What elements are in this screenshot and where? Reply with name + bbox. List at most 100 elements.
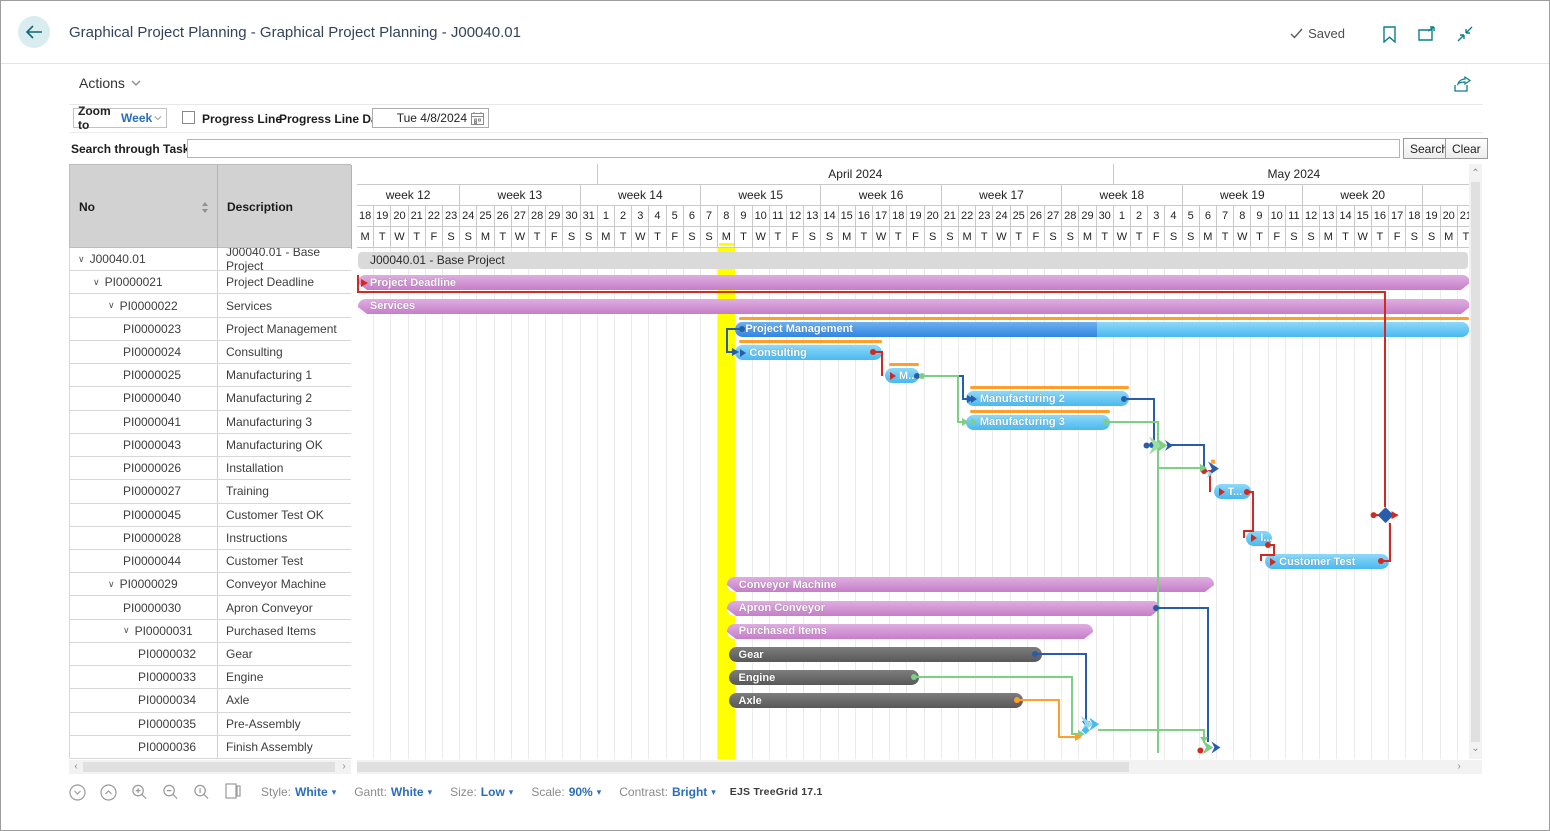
footer-dropdown-style[interactable]: Style:White▾: [261, 785, 336, 799]
actions-menu[interactable]: Actions: [79, 75, 141, 91]
task-description[interactable]: Engine: [218, 666, 351, 688]
task-no-cell[interactable]: PI0000026: [70, 457, 218, 479]
task-no-cell[interactable]: PI0000034: [70, 689, 218, 711]
clear-button[interactable]: Clear: [1445, 138, 1488, 159]
task-no-cell[interactable]: PI0000036: [70, 736, 218, 758]
task-description[interactable]: Manufacturing 1: [218, 364, 351, 386]
task-description[interactable]: Conveyor Machine: [218, 573, 351, 595]
table-row[interactable]: ∨PI0000029Conveyor Machine: [70, 573, 351, 596]
table-row[interactable]: PI0000043Manufacturing OK: [70, 434, 351, 457]
task-description[interactable]: Project Management: [218, 318, 351, 340]
zoom-out-icon[interactable]: [162, 784, 179, 801]
task-no-cell[interactable]: PI0000045: [70, 504, 218, 526]
print-preview-icon[interactable]: [224, 784, 241, 801]
table-row[interactable]: PI0000034Axle: [70, 689, 351, 712]
footer-dropdown-scale[interactable]: Scale:90%▾: [531, 785, 601, 799]
expand-chevron-icon[interactable]: ∨: [123, 625, 130, 636]
summary-task-bar[interactable]: Project Deadline: [358, 275, 1469, 290]
task-no-cell[interactable]: ∨PI0000031: [70, 620, 218, 642]
expand-chevron-icon[interactable]: ∨: [93, 277, 100, 288]
gantt-horizontal-scrollbar[interactable]: ›: [357, 760, 1482, 774]
table-row[interactable]: ∨PI0000031Purchased Items: [70, 620, 351, 643]
table-row[interactable]: ∨PI0000021Project Deadline: [70, 271, 351, 294]
zoom-in-icon[interactable]: [131, 784, 148, 801]
table-horizontal-scrollbar[interactable]: ‹ ›: [69, 760, 351, 774]
summary-task-bar[interactable]: Services: [358, 299, 1469, 314]
table-row[interactable]: PI0000036Finish Assembly: [70, 736, 351, 759]
table-row[interactable]: PI0000024Consulting: [70, 341, 351, 364]
back-button[interactable]: [18, 16, 50, 48]
bookmark-icon[interactable]: [1379, 24, 1399, 44]
task-description[interactable]: Apron Conveyor: [218, 596, 351, 618]
column-header-no[interactable]: No: [70, 165, 218, 249]
table-row[interactable]: PI0000045Customer Test OK: [70, 504, 351, 527]
table-row[interactable]: PI0000041Manufacturing 3: [70, 411, 351, 434]
task-no-cell[interactable]: ∨PI0000029: [70, 573, 218, 595]
task-bar[interactable]: Customer Test: [1265, 554, 1389, 569]
task-no-cell[interactable]: PI0000032: [70, 643, 218, 665]
task-bar[interactable]: Gear: [729, 647, 1042, 662]
task-bar[interactable]: Project Management: [735, 322, 1469, 337]
share-icon[interactable]: [1453, 74, 1473, 94]
task-bar[interactable]: Manufacturing 2: [966, 391, 1129, 406]
task-no-cell[interactable]: PI0000033: [70, 666, 218, 688]
task-description[interactable]: Customer Test: [218, 550, 351, 572]
scroll-down-icon[interactable]: ⌄: [1469, 742, 1482, 756]
project-summary-row[interactable]: J00040.01 - Base Project: [358, 252, 1468, 269]
task-no-cell[interactable]: PI0000024: [70, 341, 218, 363]
scroll-up-icon[interactable]: ⌃: [1469, 167, 1482, 181]
task-description[interactable]: Installation: [218, 457, 351, 479]
task-no-cell[interactable]: PI0000027: [70, 480, 218, 502]
task-no-cell[interactable]: PI0000040: [70, 387, 218, 409]
collapse-icon[interactable]: [1455, 24, 1475, 44]
footer-dropdown-gantt[interactable]: Gantt:White▾: [354, 785, 432, 799]
vertical-scrollbar-thumb[interactable]: [1471, 182, 1480, 742]
table-row[interactable]: PI0000023Project Management: [70, 318, 351, 341]
task-bar[interactable]: M...: [885, 368, 919, 383]
task-description[interactable]: Purchased Items: [218, 620, 351, 642]
zoom-reset-icon[interactable]: [193, 784, 210, 801]
task-no-cell[interactable]: ∨PI0000021: [70, 271, 218, 293]
table-row[interactable]: ∨PI0000022Services: [70, 294, 351, 317]
task-no-cell[interactable]: PI0000030: [70, 596, 218, 618]
footer-dropdown-contrast[interactable]: Contrast:Bright▾: [619, 785, 716, 799]
table-row[interactable]: PI0000032Gear: [70, 643, 351, 666]
table-row[interactable]: PI0000026Installation: [70, 457, 351, 480]
table-row[interactable]: PI0000033Engine: [70, 666, 351, 689]
task-no-cell[interactable]: PI0000041: [70, 411, 218, 433]
progress-line-checkbox[interactable]: [182, 111, 195, 124]
table-row[interactable]: PI0000025Manufacturing 1: [70, 364, 351, 387]
task-bar[interactable]: Manufacturing 3: [966, 415, 1110, 430]
task-no-cell[interactable]: PI0000044: [70, 550, 218, 572]
sort-icon[interactable]: [201, 202, 209, 213]
task-description[interactable]: Project Deadline: [218, 271, 351, 293]
expand-chevron-icon[interactable]: ∨: [108, 300, 115, 311]
gantt-vertical-scrollbar[interactable]: ⌃ ⌄: [1469, 164, 1482, 759]
expand-chevron-icon[interactable]: ∨: [108, 579, 115, 590]
task-description[interactable]: Finish Assembly: [218, 736, 351, 758]
summary-task-bar[interactable]: Conveyor Machine: [727, 577, 1214, 592]
gantt-scrollbar-thumb[interactable]: [357, 762, 1129, 772]
open-in-window-icon[interactable]: [1417, 24, 1437, 44]
table-scrollbar-thumb[interactable]: [83, 762, 335, 772]
table-row[interactable]: ∨J00040.01J00040.01 - Base Project: [70, 248, 351, 271]
table-row[interactable]: PI0000044Customer Test: [70, 550, 351, 573]
task-bar[interactable]: Engine: [729, 670, 920, 685]
task-no-cell[interactable]: ∨J00040.01: [70, 248, 218, 270]
table-row[interactable]: PI0000035Pre-Assembly: [70, 713, 351, 736]
table-row[interactable]: PI0000027Training: [70, 480, 351, 503]
task-no-cell[interactable]: PI0000025: [70, 364, 218, 386]
task-description[interactable]: Instructions: [218, 527, 351, 549]
expand-chevron-icon[interactable]: ∨: [78, 254, 85, 265]
summary-task-bar[interactable]: Apron Conveyor: [727, 601, 1160, 616]
task-bar[interactable]: T...: [1214, 484, 1252, 499]
scroll-right-icon[interactable]: ›: [339, 760, 349, 774]
task-bar[interactable]: Consulting: [735, 345, 881, 360]
scroll-left-icon[interactable]: ‹: [71, 760, 81, 774]
column-header-description[interactable]: Description: [218, 165, 352, 249]
task-description[interactable]: Manufacturing OK: [218, 434, 351, 456]
calendar-icon[interactable]: [471, 112, 484, 125]
task-description[interactable]: J00040.01 - Base Project: [218, 248, 351, 270]
footer-dropdown-size[interactable]: Size:Low▾: [450, 785, 513, 799]
scroll-right-icon[interactable]: ›: [1454, 760, 1464, 774]
